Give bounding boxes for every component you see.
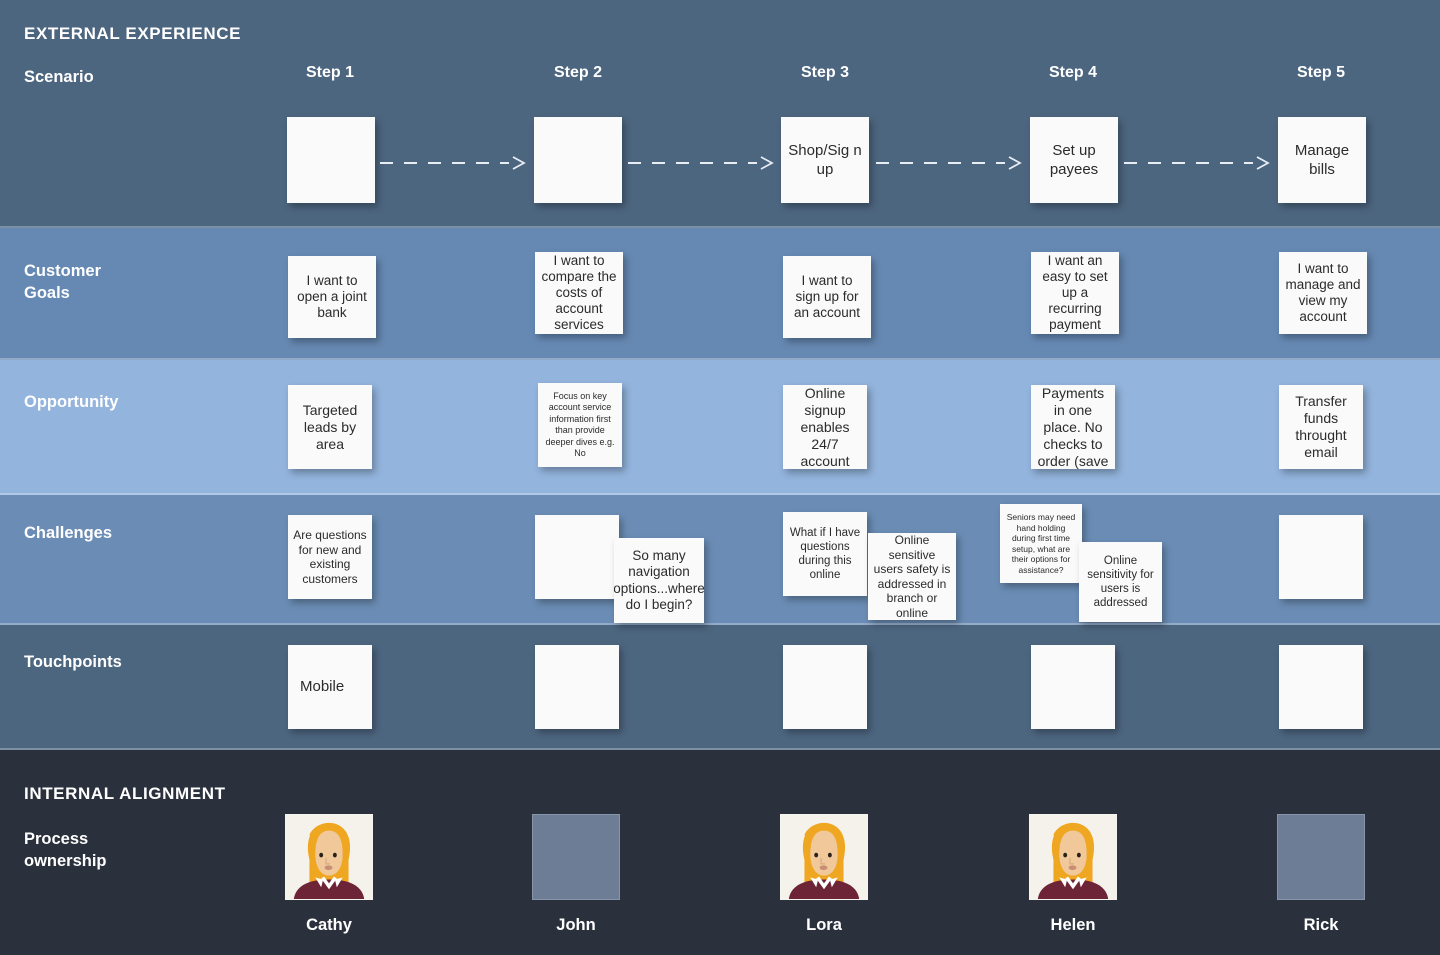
process-owner-4[interactable]: Helen <box>1029 814 1117 935</box>
avatar-john[interactable] <box>532 814 620 900</box>
opportunity-card-step4[interactable]: Payments in one place. No checks to orde… <box>1031 385 1115 469</box>
step-header-3: Step 3 <box>800 64 849 81</box>
opportunity-card-step5[interactable]: Transfer funds throught email <box>1279 385 1363 469</box>
process-owner-5[interactable]: Rick <box>1277 814 1365 935</box>
process-owner-name-1: Cathy <box>306 916 352 934</box>
row-label-customer-goals-line2: Goals <box>24 284 70 302</box>
band-internal-alignment <box>0 750 1440 955</box>
opportunity-card-step3[interactable]: Online signup enables 24/7 account <box>783 385 867 469</box>
process-owner-name-2: John <box>556 916 596 934</box>
row-label-challenges: Challenges <box>24 524 113 542</box>
process-owner-name-3: Lora <box>806 916 842 934</box>
process-owner-1[interactable]: Cathy <box>285 814 373 935</box>
customer-goal-card-step2[interactable]: I want to compare the costs of account s… <box>535 252 623 334</box>
process-owner-3[interactable]: Lora <box>780 814 868 935</box>
scenario-card-step1[interactable] <box>287 117 375 203</box>
external-experience-title: EXTERNAL EXPERIENCE <box>24 24 242 43</box>
touchpoint-card-step2[interactable] <box>535 645 619 729</box>
band-divider <box>0 623 1440 625</box>
opportunity-card-step2[interactable]: Focus on key account service information… <box>538 383 622 467</box>
process-owner-name-4: Helen <box>1050 916 1096 934</box>
customer-goal-card-step4[interactable]: I want an easy to set up a recurring pay… <box>1031 252 1119 334</box>
row-label-process-ownership-line1: Process <box>24 830 89 848</box>
connector-step1-step2 <box>380 156 527 170</box>
avatar-lora[interactable] <box>780 814 868 900</box>
row-label-opportunity: Opportunity <box>24 393 119 411</box>
scenario-card-step5[interactable]: Manage bills <box>1278 117 1366 203</box>
challenge-card-step4-secondary[interactable]: Online sensitivity for users is addresse… <box>1079 542 1162 622</box>
touchpoint-card-step3[interactable] <box>783 645 867 729</box>
process-owner-name-5: Rick <box>1303 916 1339 934</box>
step-header-2: Step 2 <box>553 64 602 81</box>
arrow-head-icon <box>511 155 527 171</box>
touchpoint-card-step5[interactable] <box>1279 645 1363 729</box>
band-divider <box>0 493 1440 495</box>
band-customer-goals <box>0 228 1440 360</box>
connector-step4-step5 <box>1124 156 1271 170</box>
row-label-process-ownership-line2: ownership <box>24 852 107 870</box>
customer-goal-card-step3[interactable]: I want to sign up for an account <box>783 256 871 338</box>
band-divider <box>0 226 1440 228</box>
row-label-process-ownership: Process ownership <box>24 828 107 872</box>
avatar-cathy[interactable] <box>285 814 373 900</box>
step-header-4: Step 4 <box>1048 64 1097 81</box>
step-header-1: Step 1 <box>305 64 354 81</box>
band-challenges <box>0 495 1440 625</box>
step-header-5: Step 5 <box>1296 64 1345 81</box>
challenge-card-step4-primary[interactable]: Seniors may need hand holding during fir… <box>1000 504 1082 583</box>
scenario-card-step3[interactable]: Shop/Sig n up <box>781 117 869 203</box>
connector-line <box>380 162 509 164</box>
connector-line <box>628 162 757 164</box>
band-divider <box>0 358 1440 360</box>
connector-line <box>876 162 1005 164</box>
row-label-customer-goals: Customer Goals <box>24 260 101 304</box>
internal-alignment-title: INTERNAL ALIGNMENT <box>24 784 226 803</box>
band-divider <box>0 748 1440 750</box>
challenge-card-step3-secondary[interactable]: Online sensitive users safety is address… <box>868 533 956 620</box>
arrow-head-icon <box>1007 155 1023 171</box>
connector-line <box>1124 162 1253 164</box>
row-label-scenario: Scenario <box>24 68 94 86</box>
connector-step3-step4 <box>876 156 1023 170</box>
avatar-helen[interactable] <box>1029 814 1117 900</box>
row-label-touchpoints: Touchpoints <box>24 653 122 671</box>
arrow-head-icon <box>759 155 775 171</box>
avatar-rick[interactable] <box>1277 814 1365 900</box>
touchpoint-card-step1[interactable]: Mobile <box>288 645 372 729</box>
band-opportunity <box>0 360 1440 495</box>
challenge-card-step3-primary[interactable]: What if I have questions during this onl… <box>783 512 867 596</box>
row-label-customer-goals-line1: Customer <box>24 262 102 280</box>
band-touchpoints <box>0 625 1440 750</box>
process-owner-2[interactable]: John <box>532 814 620 935</box>
connector-step2-step3 <box>628 156 775 170</box>
challenge-card-step1-primary[interactable]: Are questions for new and existing custo… <box>288 515 372 599</box>
customer-goal-card-step1[interactable]: I want to open a joint bank <box>288 256 376 338</box>
scenario-card-step2[interactable] <box>534 117 622 203</box>
opportunity-card-step1[interactable]: Targeted leads by area <box>288 385 372 469</box>
journey-map-board: EXTERNAL EXPERIENCE Scenario Customer Go… <box>0 0 1440 955</box>
challenge-card-step5-primary[interactable] <box>1279 515 1363 599</box>
challenge-card-step2-primary[interactable] <box>535 515 619 599</box>
customer-goal-card-step5[interactable]: I want to manage and view my account <box>1279 252 1367 334</box>
scenario-card-step4[interactable]: Set up payees <box>1030 117 1118 203</box>
challenge-card-step2-secondary[interactable]: So many navigation options...where do I … <box>614 538 704 623</box>
arrow-head-icon <box>1255 155 1271 171</box>
touchpoint-card-step4[interactable] <box>1031 645 1115 729</box>
